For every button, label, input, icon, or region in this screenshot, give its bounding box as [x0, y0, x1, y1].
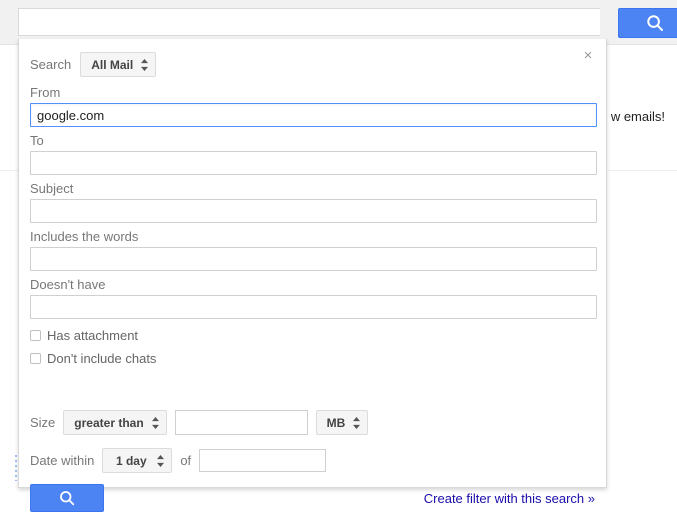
dialog-footer: Create filter with this search »	[30, 484, 595, 514]
field-doesnt-have: Doesn't have	[30, 277, 597, 319]
field-to-input[interactable]	[30, 151, 597, 175]
chevron-updown-icon	[353, 416, 361, 429]
size-row: Size greater than MB	[30, 410, 369, 435]
field-includes: Includes the words	[30, 229, 597, 271]
field-subject: Subject	[30, 181, 597, 223]
search-scope-select[interactable]: All Mail	[80, 52, 157, 77]
field-to: To	[30, 133, 597, 175]
checkbox-dont-include-chats[interactable]: Don't include chats	[30, 351, 156, 366]
page-root: w emails! × Search All Mail From google.…	[0, 0, 677, 512]
checkbox-box-icon[interactable]	[30, 330, 41, 341]
checkbox-has-attachment[interactable]: Has attachment	[30, 328, 138, 343]
checkbox-has-attachment-label: Has attachment	[47, 328, 139, 343]
size-operator-value: greater than	[74, 415, 144, 430]
search-icon	[647, 15, 663, 31]
search-input[interactable]	[18, 8, 600, 36]
date-value-input[interactable]	[199, 449, 327, 472]
search-scope-label: Search	[30, 57, 72, 72]
search-scope-row: Search All Mail	[30, 52, 157, 77]
search-bar	[18, 8, 677, 38]
create-filter-link[interactable]: Create filter with this search »	[424, 491, 595, 506]
field-from-input[interactable]	[30, 103, 597, 127]
field-from: From	[30, 85, 597, 127]
field-includes-label: Includes the words	[30, 229, 139, 244]
checkbox-dont-include-chats-label: Don't include chats	[47, 351, 157, 366]
field-doesnt-have-input[interactable]	[30, 295, 597, 319]
thread-snippet: w emails!	[610, 109, 665, 124]
checkbox-box-icon[interactable]	[30, 353, 41, 364]
field-from-label: From	[30, 85, 61, 100]
search-icon	[60, 491, 75, 506]
size-unit-select[interactable]: MB	[315, 410, 369, 435]
dialog-search-button[interactable]	[30, 484, 104, 512]
date-within-label: Date within	[30, 453, 95, 468]
date-span-value: 1 day	[115, 453, 147, 468]
chevron-updown-icon	[157, 454, 165, 467]
chevron-updown-icon	[141, 58, 149, 71]
size-unit-value: MB	[326, 415, 346, 430]
size-value-input[interactable]	[174, 410, 308, 435]
date-row: Date within 1 day of	[30, 448, 327, 473]
chevron-updown-icon	[151, 416, 159, 429]
date-of-label: of	[180, 453, 192, 468]
search-submit-button[interactable]	[618, 8, 677, 38]
field-subject-label: Subject	[30, 181, 74, 196]
close-icon[interactable]: ×	[579, 47, 597, 65]
field-includes-input[interactable]	[30, 247, 597, 271]
search-scope-value: All Mail	[91, 57, 134, 72]
date-span-select[interactable]: 1 day	[102, 448, 173, 473]
size-operator-select[interactable]: greater than	[63, 410, 167, 435]
advanced-search-dialog: × Search All Mail From To	[18, 39, 607, 512]
field-to-label: To	[30, 133, 44, 148]
size-label: Size	[30, 415, 56, 430]
field-subject-input[interactable]	[30, 199, 597, 223]
field-doesnt-have-label: Doesn't have	[30, 277, 106, 292]
left-rail-marker	[15, 455, 17, 481]
